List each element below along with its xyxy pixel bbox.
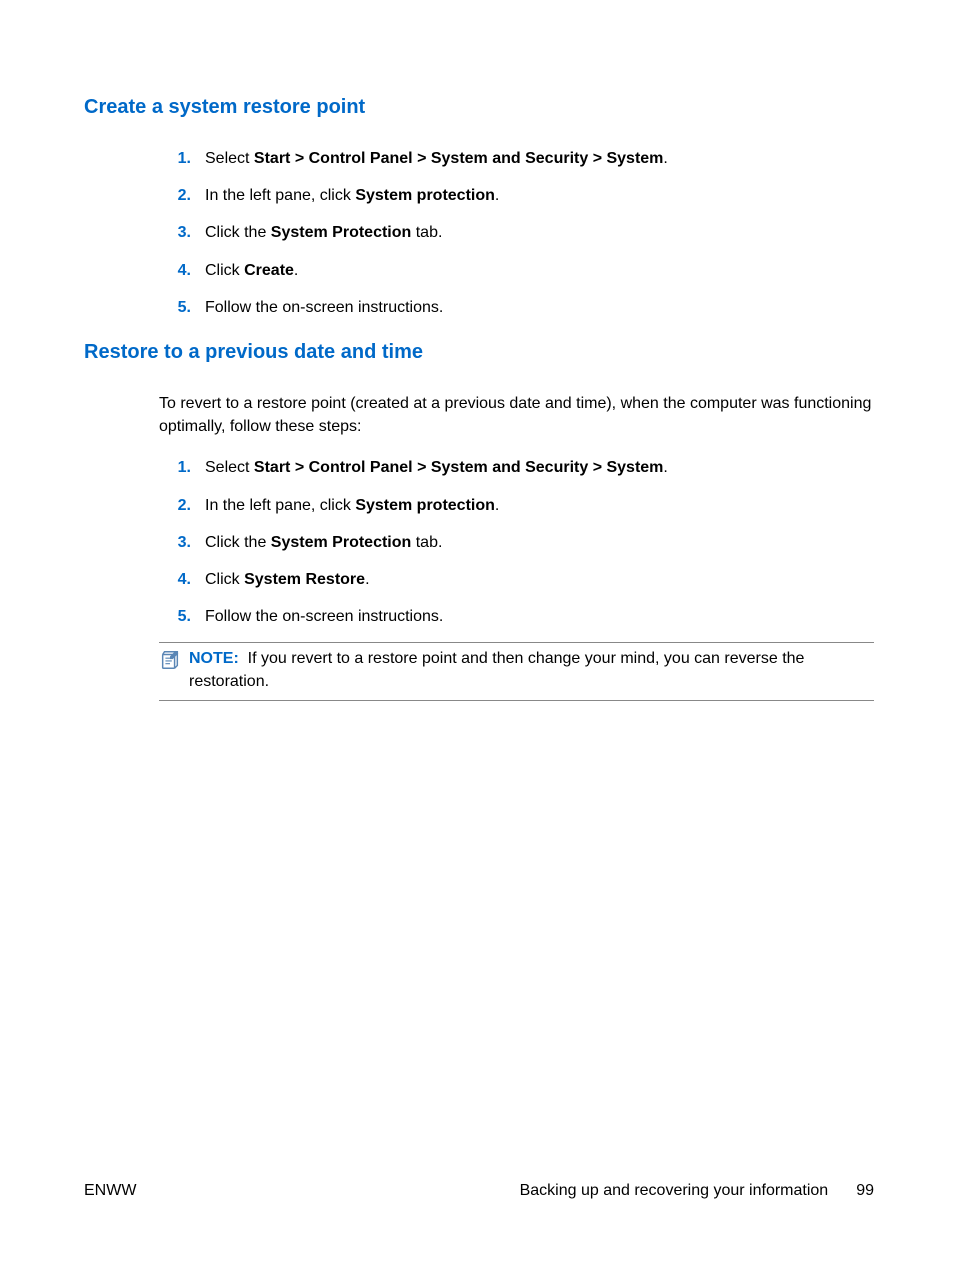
note-text: If you revert to a restore point and the… (189, 650, 804, 690)
step-number: 2. (159, 494, 205, 517)
section2-steps: 1. Select Start > Control Panel > System… (159, 456, 874, 628)
footer-left: ENWW (84, 1182, 136, 1200)
list-item: 2. In the left pane, click System protec… (159, 184, 874, 207)
step-number: 3. (159, 221, 205, 244)
step-number: 2. (159, 184, 205, 207)
section2-body: To revert to a restore point (created at… (159, 392, 874, 701)
step-number: 4. (159, 259, 205, 282)
step-number: 5. (159, 605, 205, 628)
step-text: Select Start > Control Panel > System an… (205, 147, 874, 170)
step-number: 1. (159, 456, 205, 479)
list-item: 3. Click the System Protection tab. (159, 531, 874, 554)
note-icon (159, 647, 183, 678)
step-text: In the left pane, click System protectio… (205, 494, 874, 517)
list-item: 5. Follow the on-screen instructions. (159, 605, 874, 628)
note-box: NOTE: If you revert to a restore point a… (159, 642, 874, 700)
page-footer: ENWW Backing up and recovering your info… (0, 1182, 954, 1200)
heading-restore-previous: Restore to a previous date and time (84, 341, 874, 364)
step-text: Click the System Protection tab. (205, 531, 874, 554)
list-item: 4. Click System Restore. (159, 568, 874, 591)
footer-section-title: Backing up and recovering your informati… (520, 1182, 829, 1200)
list-item: 4. Click Create. (159, 259, 874, 282)
footer-right: Backing up and recovering your informati… (520, 1182, 874, 1200)
step-number: 1. (159, 147, 205, 170)
step-text: Follow the on-screen instructions. (205, 296, 874, 319)
list-item: 1. Select Start > Control Panel > System… (159, 147, 874, 170)
note-content: NOTE: If you revert to a restore point a… (187, 647, 874, 693)
step-number: 4. (159, 568, 205, 591)
heading-create-restore-point: Create a system restore point (84, 96, 874, 119)
list-item: 1. Select Start > Control Panel > System… (159, 456, 874, 479)
step-text: In the left pane, click System protectio… (205, 184, 874, 207)
list-item: 2. In the left pane, click System protec… (159, 494, 874, 517)
step-text: Click Create. (205, 259, 874, 282)
step-text: Click System Restore. (205, 568, 874, 591)
step-number: 5. (159, 296, 205, 319)
document-page: Create a system restore point 1. Select … (0, 0, 954, 701)
step-text: Select Start > Control Panel > System an… (205, 456, 874, 479)
step-text: Click the System Protection tab. (205, 221, 874, 244)
list-item: 5. Follow the on-screen instructions. (159, 296, 874, 319)
list-item: 3. Click the System Protection tab. (159, 221, 874, 244)
section1-steps: 1. Select Start > Control Panel > System… (159, 147, 874, 319)
section1-body: 1. Select Start > Control Panel > System… (159, 147, 874, 319)
step-text: Follow the on-screen instructions. (205, 605, 874, 628)
note-label: NOTE: (189, 650, 239, 667)
step-number: 3. (159, 531, 205, 554)
page-number: 99 (856, 1182, 874, 1200)
section2-intro: To revert to a restore point (created at… (159, 392, 874, 438)
